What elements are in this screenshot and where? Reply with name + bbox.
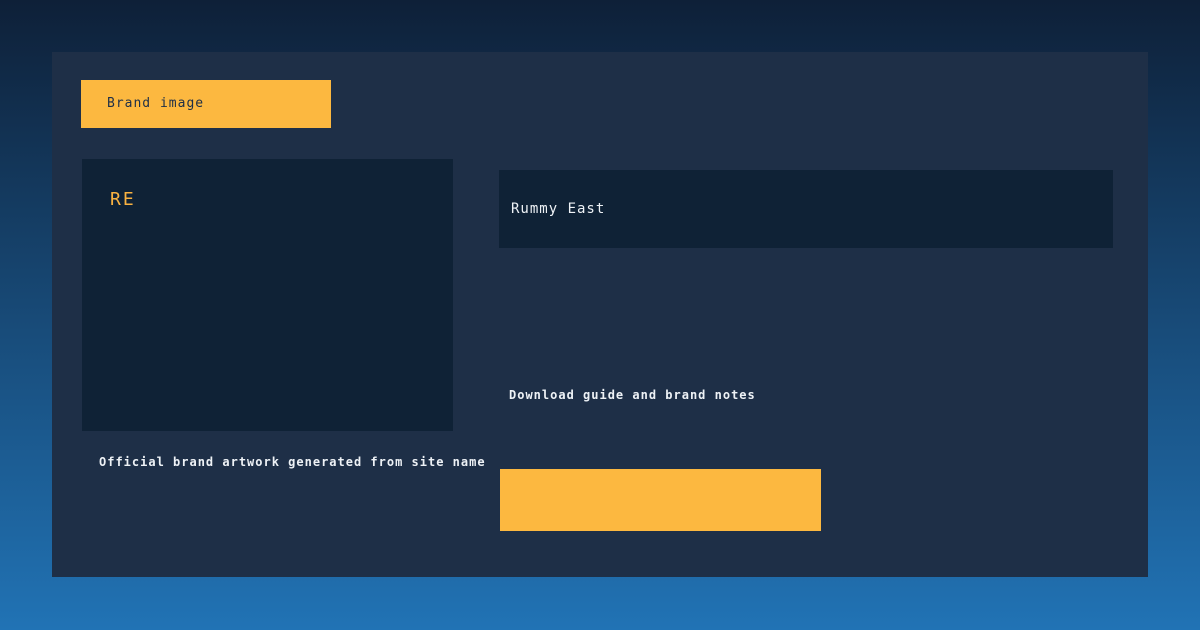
page-background: { "colors": { "bg_top": "#0e2038", "bg_b… — [0, 0, 1200, 630]
site-monogram: RE — [110, 189, 136, 210]
site-title-bar: Rummy East — [499, 170, 1113, 248]
brand-image-badge: Brand image — [81, 80, 331, 128]
brand-artwork-card: RE — [82, 159, 453, 431]
artwork-caption: Official brand artwork generated from si… — [99, 455, 486, 469]
site-title: Rummy East — [499, 201, 605, 217]
download-button[interactable] — [500, 469, 821, 531]
download-note: Download guide and brand notes — [509, 388, 756, 402]
main-panel: Brand image RE Official brand artwork ge… — [52, 52, 1148, 577]
